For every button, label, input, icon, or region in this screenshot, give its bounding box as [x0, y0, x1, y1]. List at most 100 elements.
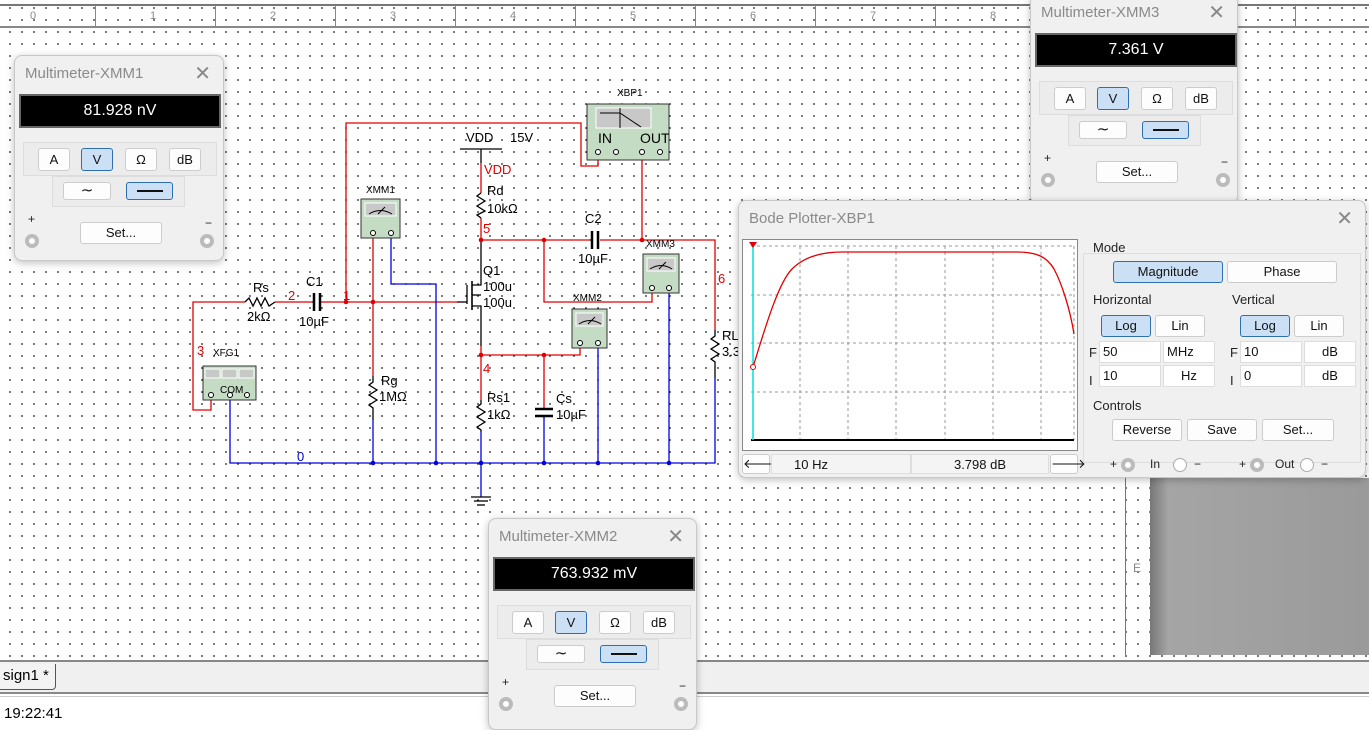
vertical-lin-button[interactable]: Lin [1294, 315, 1344, 337]
close-icon[interactable]: ✕ [1336, 206, 1353, 231]
vdd-value: 15V [510, 130, 533, 145]
h-initial-unit[interactable]: Hz [1163, 365, 1215, 387]
minus-terminal[interactable] [674, 697, 688, 711]
close-icon[interactable]: ✕ [667, 524, 684, 549]
xmm1-instrument[interactable] [360, 198, 401, 239]
set-button[interactable]: Set... [554, 685, 636, 707]
voltmeter-button[interactable]: V [555, 611, 587, 634]
decibel-button[interactable]: dB [1185, 87, 1217, 110]
cursor-left-button[interactable]: 🡐 [742, 454, 778, 474]
ac-wave-icon: ∼ [554, 645, 568, 662]
mode-label: Mode [1093, 240, 1126, 255]
h-initial-input[interactable]: 10 [1099, 365, 1161, 387]
minus-label: − [679, 679, 687, 693]
set-button[interactable]: Set... [1096, 161, 1178, 183]
xbp-in-label: IN [598, 130, 612, 146]
ac-wave-icon: ∼ [1096, 121, 1110, 138]
ammeter-button[interactable]: A [38, 148, 70, 171]
ohmmeter-button[interactable]: Ω [599, 611, 631, 634]
multimeter-title: Multimeter-XMM3 [1041, 4, 1160, 21]
net-label-6: 6 [718, 271, 725, 286]
resistor-rs [244, 296, 276, 308]
resistor-rg [367, 376, 379, 420]
decibel-button[interactable]: dB [169, 148, 201, 171]
minus-terminal[interactable] [1216, 173, 1230, 187]
in-plus-terminal[interactable] [1121, 458, 1135, 472]
v-final-unit[interactable]: dB [1304, 341, 1356, 363]
c1-value: 10µF [299, 314, 329, 329]
c2-label: C2 [585, 211, 602, 226]
decibel-button[interactable]: dB [643, 611, 675, 634]
v-initial-unit[interactable]: dB [1304, 365, 1356, 387]
ohmmeter-button[interactable]: Ω [125, 148, 157, 171]
in-label: In [1150, 457, 1161, 471]
h-final-input[interactable]: 50 [1099, 341, 1161, 363]
v-final-input[interactable]: 10 [1240, 341, 1302, 363]
ammeter-button[interactable]: A [1054, 87, 1086, 110]
v-initial-input[interactable]: 0 [1240, 365, 1302, 387]
ac-button[interactable]: ∼ [1079, 121, 1127, 139]
plus-terminal[interactable] [499, 697, 513, 711]
v-initial-label: I [1230, 373, 1234, 388]
multimeter-title: Multimeter-XMM2 [499, 528, 618, 545]
cursor-frequency: 10 Hz [771, 454, 911, 474]
multimeter-display: 81.928 nV [19, 94, 221, 128]
dc-line-icon [1152, 128, 1179, 131]
h-final-unit[interactable]: MHz [1163, 341, 1215, 363]
set-button[interactable]: Set... [1262, 419, 1334, 441]
phase-button[interactable]: Phase [1227, 261, 1337, 283]
xmm2-instrument[interactable] [571, 308, 608, 349]
dc-button[interactable] [126, 182, 173, 200]
multimeter-xmm1-window: Multimeter-XMM1 ✕ 81.928 nV A V Ω dB ∼ +… [14, 55, 224, 261]
xbp1-label: XBP1 [617, 88, 643, 99]
resistor-rl [709, 330, 721, 378]
multimeter-title: Multimeter-XMM1 [25, 65, 144, 82]
xmm3-instrument[interactable] [642, 253, 680, 294]
rd-label: Rd [487, 183, 504, 198]
multimeter-display: 763.932 mV [493, 557, 695, 591]
resistor-rd [475, 192, 487, 219]
q1-label: Q1 [483, 263, 500, 278]
dc-button[interactable] [1142, 121, 1189, 139]
reverse-button[interactable]: Reverse [1112, 419, 1182, 441]
voltmeter-button[interactable]: V [1097, 87, 1129, 110]
vdd-net-label: VDD [484, 162, 511, 177]
close-icon[interactable]: ✕ [1208, 0, 1225, 25]
vertical-log-button[interactable]: Log [1240, 315, 1290, 337]
c1-label: C1 [306, 274, 323, 289]
minus-terminal[interactable] [200, 234, 214, 248]
vdd-label: VDD [466, 130, 493, 145]
rd-value: 10kΩ [487, 201, 518, 216]
dc-button[interactable] [600, 645, 647, 663]
xmm1-label: XMM1 [366, 185, 395, 196]
q1-width: 100u [483, 279, 512, 294]
save-button[interactable]: Save [1187, 419, 1257, 441]
ohmmeter-button[interactable]: Ω [1141, 87, 1173, 110]
rs-value: 2kΩ [247, 309, 271, 324]
xbp-out-label: OUT [640, 130, 670, 146]
magnitude-button[interactable]: Magnitude [1113, 261, 1223, 283]
bode-plot-area[interactable] [742, 239, 1078, 451]
out-plus-terminal[interactable] [1250, 458, 1264, 472]
tab-design1[interactable]: sign1 * [0, 664, 56, 690]
plus-terminal[interactable] [1041, 173, 1055, 187]
h-initial-label: I [1089, 373, 1093, 388]
in-minus-terminal[interactable] [1173, 458, 1187, 472]
plus-label: + [28, 212, 36, 226]
horizontal-log-button[interactable]: Log [1101, 315, 1151, 337]
plus-terminal[interactable] [25, 234, 39, 248]
multimeter-display: 7.361 V [1035, 33, 1237, 67]
set-button[interactable]: Set... [80, 222, 162, 244]
ac-button[interactable]: ∼ [63, 182, 111, 200]
rg-label: Rg [381, 373, 398, 388]
h-final-label: F [1089, 345, 1097, 360]
out-minus-label: − [1321, 457, 1329, 471]
voltmeter-button[interactable]: V [81, 148, 113, 171]
ammeter-button[interactable]: A [512, 611, 544, 634]
out-label: Out [1275, 457, 1295, 471]
horizontal-lin-button[interactable]: Lin [1155, 315, 1205, 337]
out-minus-terminal[interactable] [1300, 458, 1314, 472]
cursor-right-button[interactable]: 🡒 [1050, 454, 1086, 474]
ac-button[interactable]: ∼ [537, 645, 585, 663]
close-icon[interactable]: ✕ [194, 61, 211, 86]
